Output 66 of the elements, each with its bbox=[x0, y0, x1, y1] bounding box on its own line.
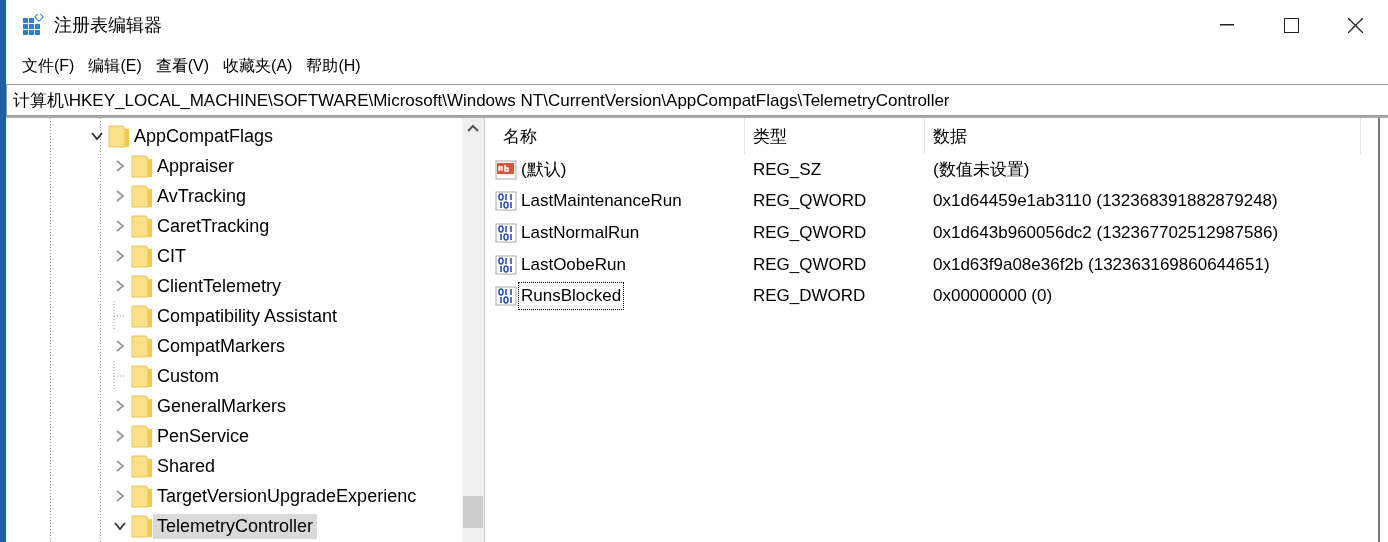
tree-item[interactable]: Shared bbox=[153, 453, 220, 479]
value-name[interactable]: RunsBlocked bbox=[519, 283, 624, 310]
table-cell-text: REG_SZ bbox=[752, 159, 823, 180]
menu-item[interactable]: 收藏夹(A) bbox=[217, 53, 299, 79]
menu-item[interactable]: 查看(V) bbox=[149, 53, 216, 79]
scrollbar-thumb[interactable] bbox=[463, 496, 483, 528]
tree-item[interactable]: AvTracking bbox=[153, 183, 251, 209]
folder-icon bbox=[131, 484, 153, 508]
value-name[interactable]: (默认) bbox=[519, 155, 569, 185]
folder-icon bbox=[131, 394, 153, 418]
table-cell-text: REG_DWORD bbox=[752, 286, 867, 307]
table-cell-text: 0x1d643b960056dc2 (132367702512987586) bbox=[932, 223, 1280, 243]
table-cell-text: 0x1d63f9a08e36f2b (132363169860644651) bbox=[932, 254, 1271, 275]
window-title: 注册表编辑器 bbox=[54, 14, 163, 37]
folder-icon bbox=[131, 214, 153, 238]
minimize-icon bbox=[1220, 24, 1234, 26]
folder-icon bbox=[131, 424, 153, 448]
tree-item[interactable]: AppCompatFlags bbox=[130, 123, 278, 149]
column-header[interactable]: 名称 bbox=[495, 118, 745, 154]
folder-icon bbox=[131, 514, 153, 538]
address-bar[interactable]: 计算机\HKEY_LOCAL_MACHINE\SOFTWARE\Microsoft\Windows NT\CurrentVersion\AppCompatFlags\TelemetryController bbox=[6, 84, 1388, 116]
tree-connector-icon bbox=[113, 301, 127, 331]
folder-icon bbox=[131, 304, 153, 328]
tree-item[interactable]: GeneralMarkers bbox=[153, 393, 291, 419]
value-name[interactable]: LastOobeRun bbox=[519, 251, 628, 278]
tree-item[interactable]: Custom bbox=[153, 363, 223, 389]
binary-value-icon bbox=[495, 253, 517, 276]
table-cell-text: 0x00000000 (0) bbox=[932, 286, 1054, 307]
close-icon bbox=[1347, 17, 1363, 33]
value-name[interactable]: LastNormalRun bbox=[519, 220, 642, 246]
table-cell-text: 0x1d64459e1ab3110 (132368391882879248) bbox=[932, 191, 1279, 212]
tree-item[interactable]: Appraiser bbox=[153, 153, 239, 179]
folder-icon bbox=[131, 244, 153, 268]
column-header[interactable]: 数据 bbox=[925, 118, 1361, 154]
tree-item[interactable]: CIT bbox=[153, 243, 190, 269]
table-cell-text: REG_QWORD bbox=[752, 254, 868, 275]
tree-item[interactable]: Compatibility Assistant bbox=[153, 303, 342, 329]
folder-icon bbox=[131, 184, 153, 208]
table-cell-text: (数值未设置) bbox=[932, 159, 1031, 182]
tree-connector-icon bbox=[113, 361, 127, 391]
column-header[interactable]: 类型 bbox=[745, 118, 925, 154]
folder-icon bbox=[108, 124, 130, 148]
binary-value-icon bbox=[495, 190, 517, 213]
folder-icon bbox=[131, 154, 153, 178]
table-cell-text: REG_QWORD bbox=[752, 191, 868, 212]
tree-item[interactable]: CompatMarkers bbox=[153, 333, 290, 359]
folder-icon bbox=[131, 274, 153, 298]
tree-item[interactable]: CaretTracking bbox=[153, 213, 274, 239]
registry-app-icon bbox=[22, 14, 44, 36]
tree-item[interactable]: TargetVersionUpgradeExperienc bbox=[153, 483, 421, 509]
maximize-icon bbox=[1283, 17, 1299, 33]
value-name[interactable]: LastMaintenanceRun bbox=[519, 188, 684, 215]
string-value-icon bbox=[495, 158, 517, 181]
menu-item[interactable]: 编辑(E) bbox=[82, 53, 148, 79]
folder-icon bbox=[131, 334, 153, 358]
menu-item[interactable]: 文件(F) bbox=[16, 53, 81, 79]
binary-value-icon bbox=[495, 222, 517, 244]
binary-value-icon bbox=[495, 285, 517, 308]
tree-item[interactable]: PenService bbox=[153, 423, 254, 449]
table-cell-text: REG_QWORD bbox=[752, 223, 868, 243]
folder-icon bbox=[131, 364, 153, 388]
scrollbar[interactable] bbox=[462, 118, 484, 542]
tree-item[interactable]: ClientTelemetry bbox=[153, 273, 286, 299]
tree-item[interactable]: TelemetryController bbox=[153, 513, 318, 539]
folder-icon bbox=[131, 454, 153, 478]
menu-item[interactable]: 帮助(H) bbox=[300, 53, 367, 79]
